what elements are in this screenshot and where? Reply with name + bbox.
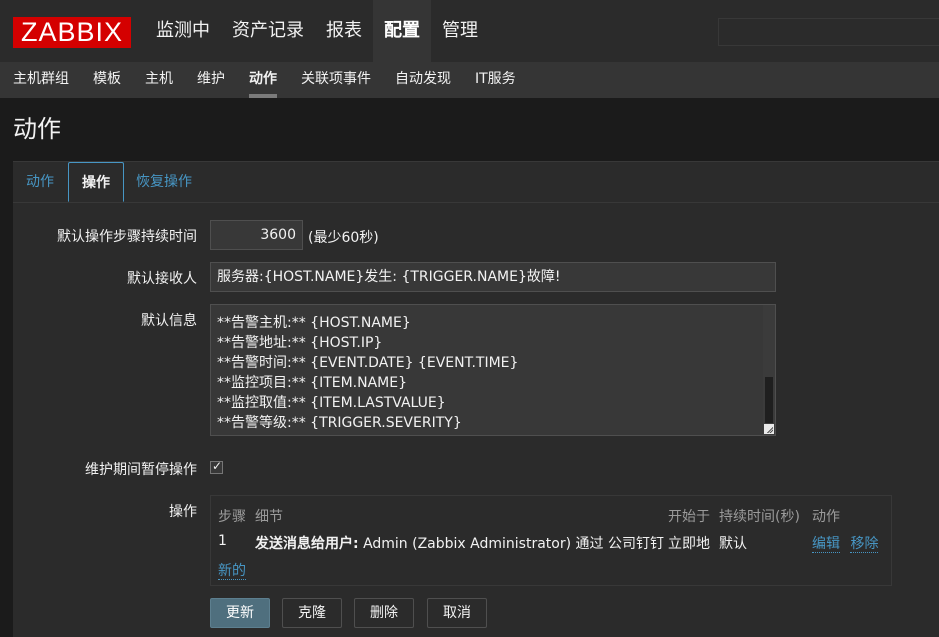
message-line: **告警时间:** {EVENT.DATE} {EVENT.TIME} <box>217 355 519 371</box>
column-header-step: 步骤 <box>218 509 246 525</box>
sub-nav-host-groups[interactable]: 主机群组 <box>0 62 81 98</box>
message-line: **告警等级:** {TRIGGER.SEVERITY} <box>217 415 462 431</box>
default-message-textarea[interactable]: **告警主机:** {HOST.NAME} **告警地址:** {HOST.IP… <box>210 304 776 436</box>
main-nav-configuration[interactable]: 配置 <box>373 0 431 62</box>
operation-details-type: 发送消息给用户: <box>255 536 359 552</box>
sub-nav-discovery[interactable]: 自动发现 <box>383 62 463 98</box>
tab-action[interactable]: 动作 <box>26 162 54 203</box>
operation-start-in: 立即地 <box>668 536 710 552</box>
main-nav-inventory[interactable]: 资产记录 <box>221 0 315 62</box>
sub-nav-hosts[interactable]: 主机 <box>133 62 185 98</box>
step-duration-hint: (最少60秒) <box>308 230 379 246</box>
remove-operation-link[interactable]: 移除 <box>850 536 879 553</box>
new-operation-link[interactable]: 新的 <box>218 563 246 580</box>
search-input[interactable] <box>718 18 939 46</box>
column-header-duration: 持续时间(秒) <box>719 509 800 525</box>
update-button[interactable]: 更新 <box>210 598 270 628</box>
message-line: **告警主机:** {HOST.NAME} <box>217 315 411 331</box>
sub-nav-it-services[interactable]: IT服务 <box>463 62 528 98</box>
sub-nav-actions[interactable]: 动作 <box>237 62 289 98</box>
operation-actions: 编辑 移除 <box>812 533 879 553</box>
sub-nav-event-correlation[interactable]: 关联项事件 <box>289 62 383 98</box>
operations-table: 步骤 细节 开始于 持续时间(秒) 动作 1 发送消息给用户: Admin (Z… <box>210 495 892 586</box>
cancel-button[interactable]: 取消 <box>427 598 487 628</box>
operation-details-target: Admin (Zabbix Administrator) 通过 公司钉钉 <box>363 536 664 552</box>
main-nav-administration[interactable]: 管理 <box>431 0 489 62</box>
zabbix-logo[interactable]: ZABBIX <box>13 17 131 48</box>
sub-nav-maintenance[interactable]: 维护 <box>185 62 237 98</box>
pause-maintenance-label: 维护期间暂停操作 <box>85 462 197 478</box>
default-message-label: 默认信息 <box>141 313 197 329</box>
column-header-action: 动作 <box>812 509 840 525</box>
operations-label: 操作 <box>169 504 197 520</box>
pause-maintenance-checkbox[interactable]: ✓ <box>210 459 223 474</box>
message-line: **监控取值:** {ITEM.LASTVALUE} <box>217 395 446 411</box>
clone-button[interactable]: 克隆 <box>282 598 342 628</box>
column-header-start-in: 开始于 <box>668 509 710 525</box>
message-line: **告警地址:** {HOST.IP} <box>217 335 383 351</box>
message-line: **监控项目:** {ITEM.NAME} <box>217 375 408 391</box>
tab-recovery-operations[interactable]: 恢复操作 <box>136 162 192 203</box>
checkmark-icon: ✓ <box>212 459 223 473</box>
new-operation-cell: 新的 <box>218 560 246 580</box>
step-duration-label: 默认操作步骤持续时间 <box>57 229 197 245</box>
message-scrollbar-thumb[interactable] <box>765 377 773 423</box>
page-title: 动作 <box>13 115 61 143</box>
edit-operation-link[interactable]: 编辑 <box>812 536 840 553</box>
action-form-panel: 动作 操作 恢复操作 默认操作步骤持续时间 3600 (最少60秒) 默认接收人… <box>13 161 939 637</box>
tab-bar: 动作 操作 恢复操作 <box>13 162 939 203</box>
default-recipient-input[interactable]: 服务器:{HOST.NAME}发生: {TRIGGER.NAME}故障! <box>210 262 776 292</box>
sub-nav-templates[interactable]: 模板 <box>81 62 133 98</box>
tab-operations[interactable]: 操作 <box>68 162 124 202</box>
delete-button[interactable]: 删除 <box>354 598 414 628</box>
main-nav-reports[interactable]: 报表 <box>315 0 373 62</box>
default-recipient-label: 默认接收人 <box>127 271 197 287</box>
main-nav-monitoring[interactable]: 监测中 <box>145 0 221 62</box>
operation-details: 发送消息给用户: Admin (Zabbix Administrator) 通过… <box>255 533 664 553</box>
operation-duration: 默认 <box>719 536 747 552</box>
operation-step: 1 <box>218 533 227 549</box>
sub-nav: 主机群组 模板 主机 维护 动作 关联项事件 自动发现 IT服务 <box>0 62 939 98</box>
resize-handle-icon[interactable] <box>764 424 774 434</box>
step-duration-input[interactable]: 3600 <box>210 220 303 250</box>
main-nav: 监测中 资产记录 报表 配置 管理 <box>145 0 489 62</box>
message-scrollbar[interactable] <box>763 305 775 435</box>
top-bar: ZABBIX 监测中 资产记录 报表 配置 管理 <box>0 0 939 62</box>
column-header-details: 细节 <box>255 509 283 525</box>
